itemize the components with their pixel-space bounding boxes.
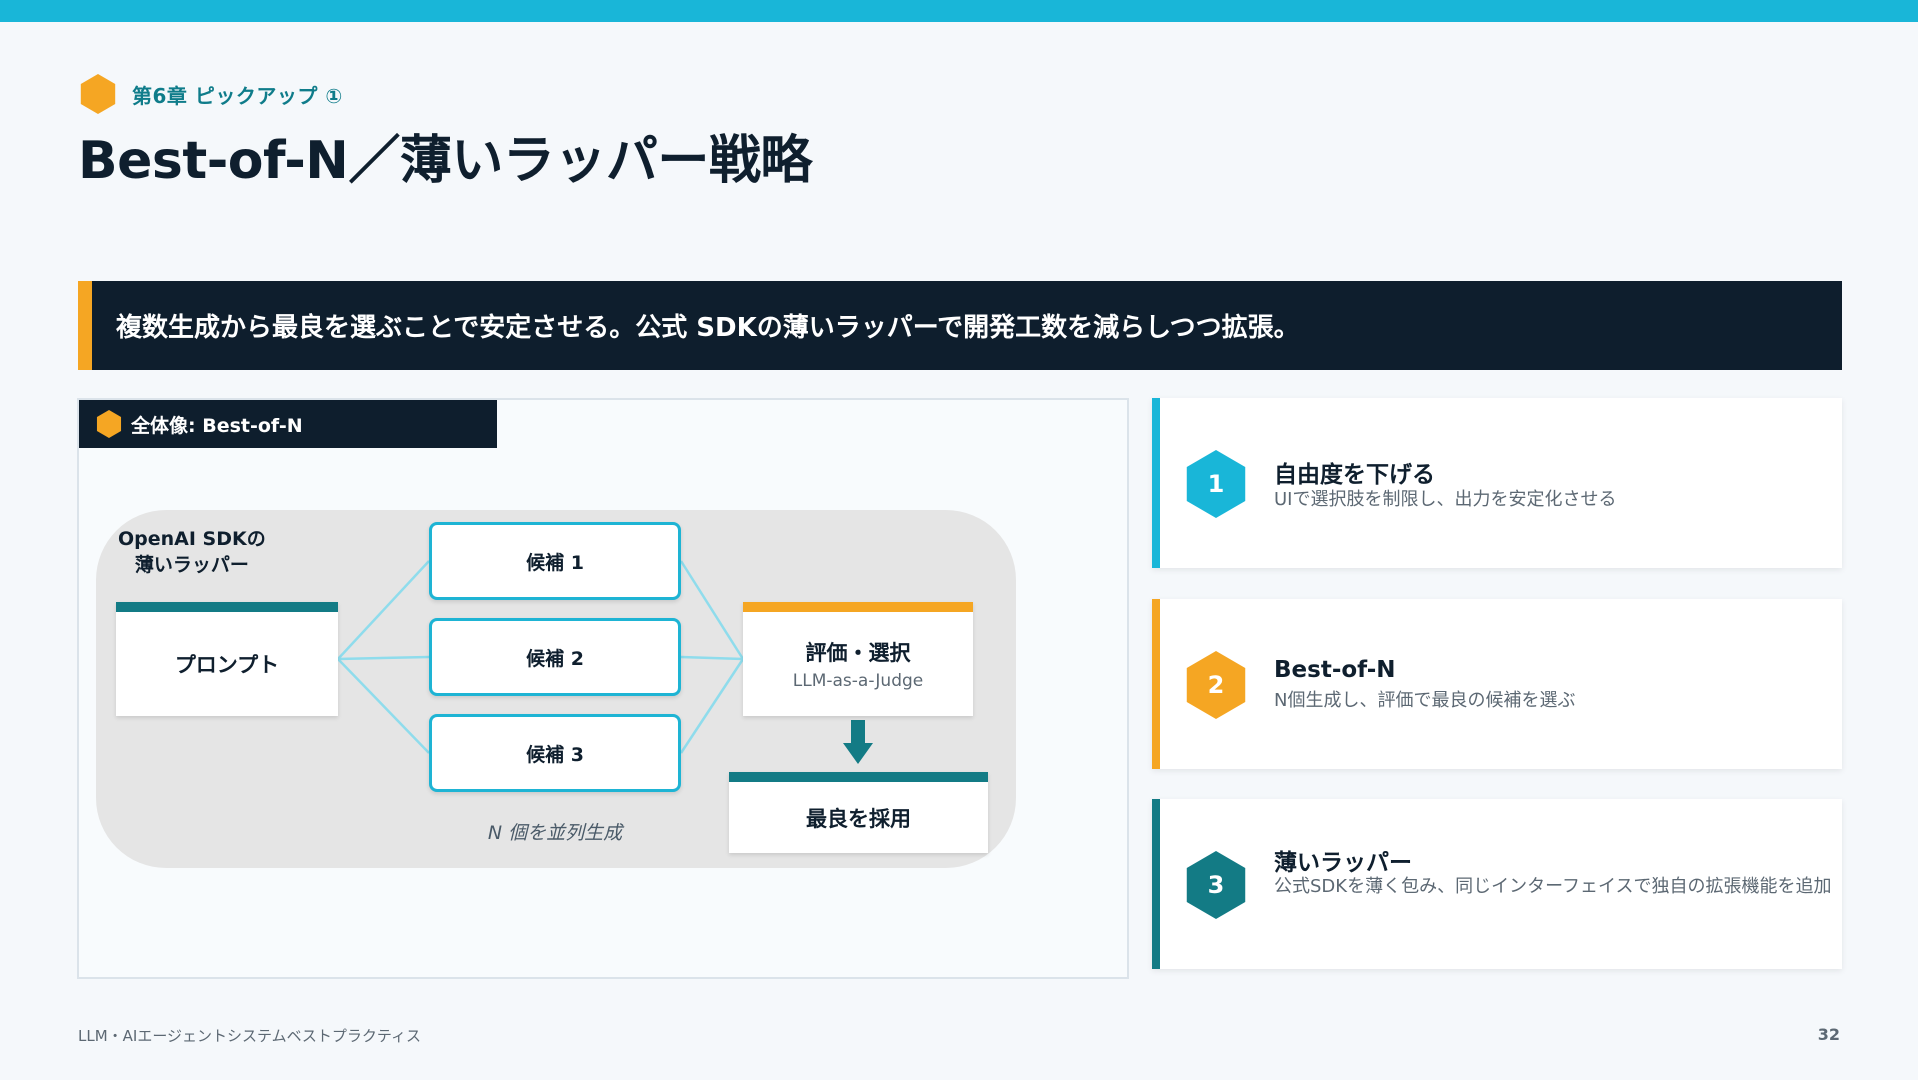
card-description: N個生成し、評価で最良の候補を選ぶ: [1274, 690, 1576, 711]
connector-line: [679, 658, 745, 754]
connector-line: [680, 655, 744, 661]
footer-text: LLM・AIエージェントシステムベストプラクティス: [78, 1027, 421, 1045]
prompt-label: プロンプト: [174, 653, 280, 677]
candidate-box: 候補 1: [429, 522, 681, 600]
candidate-box: 候補 3: [429, 714, 681, 792]
hexagon-icon: 3: [1186, 851, 1246, 919]
card-number: 3: [1207, 871, 1225, 899]
evaluation-subtitle: LLM-as-a-Judge: [792, 671, 924, 691]
connector-line: [337, 655, 430, 661]
connector-line: [679, 560, 745, 660]
best-adopt-box: 最良を採用: [729, 772, 988, 853]
page-title: Best-of-N／薄いラッパー戦略: [78, 131, 812, 191]
card-title: Best-of-N: [1274, 657, 1396, 683]
banner-text: 複数生成から最良を選ぶことで安定させる。公式 SDKの薄いラッパーで開発工数を減…: [116, 313, 1300, 343]
connector-line: [337, 560, 430, 660]
card-title: 薄いラッパー: [1274, 850, 1412, 876]
card-description: 公式SDKを薄く包み、同じインターフェイスで独自の拡張機能を追加: [1274, 876, 1832, 897]
candidate-label: 候補 2: [526, 647, 584, 670]
chapter-text: 第6章 ピックアップ ①: [132, 83, 343, 108]
diagram-panel: 全体像: Best-of-N OpenAI SDKの 薄いラッパー プロンプト …: [77, 398, 1129, 979]
hexagon-icon: 2: [1186, 651, 1246, 719]
candidate-box: 候補 2: [429, 618, 681, 696]
candidate-label: 候補 1: [526, 551, 584, 574]
summary-banner: 複数生成から最良を選ぶことで安定させる。公式 SDKの薄いラッパーで開発工数を減…: [78, 281, 1842, 370]
evaluation-box: 評価・選択 LLM-as-a-Judge: [743, 602, 973, 716]
evaluation-title: 評価・選択: [805, 641, 911, 665]
candidate-label: 候補 3: [526, 743, 584, 766]
page-number: 32: [1817, 1025, 1840, 1044]
prompt-box: プロンプト: [116, 602, 338, 716]
strategy-card: 3 薄いラッパー 公式SDKを薄く包み、同じインターフェイスで独自の拡張機能を追…: [1152, 799, 1842, 969]
card-number: 2: [1207, 671, 1225, 699]
card-description: UIで選択肢を制限し、出力を安定化させる: [1274, 489, 1617, 510]
strategy-card: 2 Best-of-N N個生成し、評価で最良の候補を選ぶ: [1152, 599, 1842, 769]
strategy-card: 1 自由度を下げる UIで選択肢を制限し、出力を安定化させる: [1152, 398, 1842, 568]
parallel-caption: N 個を並列生成: [487, 822, 623, 844]
hexagon-icon: 1: [1186, 450, 1246, 518]
card-number: 1: [1207, 470, 1225, 498]
connector-line: [337, 658, 430, 754]
down-arrow-icon: [843, 720, 873, 764]
hexagon-icon: [80, 74, 116, 114]
best-adopt-label: 最良を採用: [806, 806, 911, 831]
top-accent-bar: [0, 0, 1918, 22]
card-title: 自由度を下げる: [1274, 462, 1435, 488]
chapter-label: 第6章 ピックアップ ①: [78, 74, 343, 114]
